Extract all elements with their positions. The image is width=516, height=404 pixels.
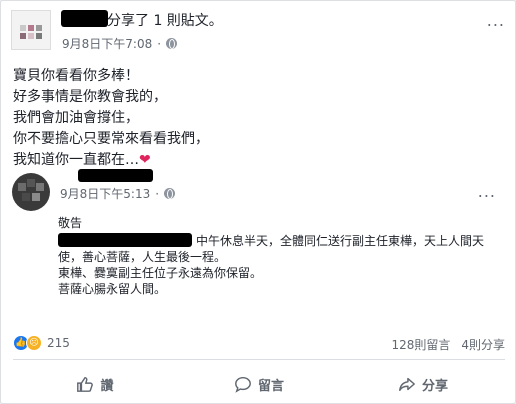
- comment-label: 留言: [257, 378, 284, 394]
- heart-icon: ❤: [139, 152, 151, 168]
- shared-line: 中午休息半天，全體同仁送行副主任東樺，天上人間天: [196, 234, 485, 248]
- avatar[interactable]: [11, 10, 51, 50]
- shared-body: 敬告 中午休息半天，全體同仁送行副主任東樺，天上人間天 使，善心菩薩，人生最後一…: [58, 215, 484, 297]
- reaction-count: 215: [47, 336, 70, 350]
- shared-line: 使，善心菩薩，人生最後一程。: [58, 250, 227, 264]
- post-stats: 👍 ☹ 215 128則留言 4則分享: [13, 335, 505, 355]
- body-line: 寶貝你看看你多棒！: [13, 68, 139, 84]
- reactions-summary[interactable]: 👍 ☹ 215: [13, 335, 70, 351]
- post-meta: 9月8日下午7:08 ·: [62, 35, 178, 52]
- comment-count[interactable]: 128則留言: [391, 336, 450, 353]
- sad-reaction-icon: ☹: [26, 335, 42, 351]
- shared-post[interactable]: 9月8日下午5:13 · ... 敬告 中午休息半天，全體同仁送行副主任東樺，天…: [12, 168, 506, 320]
- divider: [13, 359, 505, 360]
- redacted-shared-name[interactable]: [78, 169, 153, 182]
- share-label: 分享: [421, 378, 448, 394]
- like-button[interactable]: 讚: [13, 366, 177, 402]
- more-options-icon[interactable]: ...: [487, 11, 505, 30]
- comment-icon: [235, 376, 251, 393]
- redacted-user-name[interactable]: [61, 10, 108, 27]
- like-label: 讚: [100, 378, 114, 394]
- redacted-text: [58, 233, 192, 247]
- post-body: 寶貝你看看你多棒！ 好多事情是你教會我的， 我們會加油會撐住， 你不要擔心只要常…: [13, 66, 209, 171]
- thumbs-up-icon: [77, 376, 94, 392]
- share-count[interactable]: 4則分享: [461, 336, 505, 353]
- post-header-text: 分享了 1 則貼文。: [107, 13, 223, 29]
- share-button[interactable]: 分享: [341, 366, 505, 402]
- shared-meta: 9月8日下午5:13 ·: [60, 185, 176, 202]
- action-bar: 讚 留言 分享: [13, 366, 505, 402]
- shared-line: 菩薩心腸永留人間。: [58, 282, 167, 296]
- shared-line: 東樺、爨寞副主任位子永遠為你保留。: [58, 266, 263, 280]
- shared-title: 敬告: [58, 216, 83, 230]
- post-card: 分享了 1 則貼文。 9月8日下午7:08 · ... 寶貝你看看你多棒！ 好多…: [0, 0, 516, 404]
- post-timestamp[interactable]: 9月8日下午7:08: [62, 35, 152, 52]
- shared-timestamp[interactable]: 9月8日下午5:13: [60, 185, 150, 202]
- share-arrow-icon: [399, 377, 415, 392]
- shared-more-options-icon[interactable]: ...: [478, 182, 496, 201]
- comment-button[interactable]: 留言: [177, 366, 341, 402]
- globe-icon[interactable]: [164, 188, 176, 199]
- body-line: 我們會加油會撐住，: [13, 110, 139, 126]
- body-line: 你不要擔心只要常來看看我們，: [13, 131, 209, 147]
- shared-avatar[interactable]: [12, 173, 50, 211]
- body-line: 好多事情是你教會我的，: [13, 89, 167, 105]
- globe-icon[interactable]: [166, 38, 178, 49]
